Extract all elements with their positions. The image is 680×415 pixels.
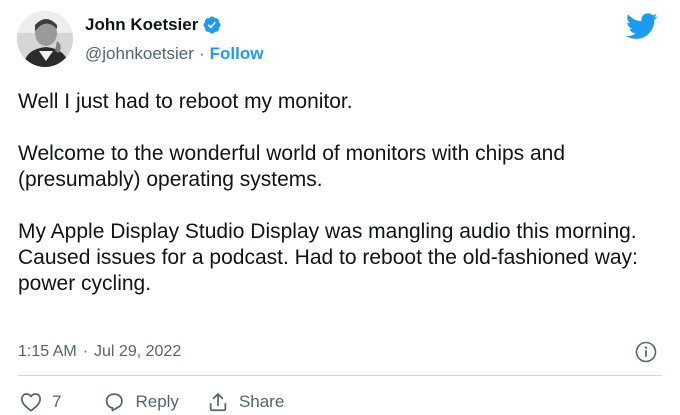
like-button[interactable]: 7 bbox=[20, 392, 61, 412]
reply-button[interactable]: Reply bbox=[103, 391, 179, 413]
tweet-card: John Koetsier @johnkoetsier · Follow Wel… bbox=[0, 0, 680, 415]
heart-icon bbox=[20, 392, 42, 412]
avatar-photo bbox=[17, 11, 73, 67]
tweet-text: Well I just had to reboot my monitor. We… bbox=[18, 89, 668, 297]
reply-label: Reply bbox=[135, 392, 179, 411]
tweet-paragraph: My Apple Display Studio Display was mang… bbox=[18, 220, 638, 295]
share-button[interactable]: Share bbox=[207, 391, 284, 413]
tweet-time: 1:15 AM bbox=[18, 343, 77, 360]
verified-badge-icon bbox=[202, 15, 222, 35]
avatar[interactable] bbox=[17, 11, 73, 67]
follow-button[interactable]: Follow bbox=[210, 44, 264, 64]
tweet-actions: 7 Reply Share bbox=[20, 389, 284, 415]
tweet-paragraph: Well I just had to reboot my monitor. bbox=[18, 90, 353, 113]
author-name-row: John Koetsier bbox=[85, 13, 222, 37]
twitter-bird-icon[interactable] bbox=[625, 13, 658, 40]
like-count: 7 bbox=[52, 392, 62, 411]
share-label: Share bbox=[238, 392, 285, 411]
timestamp-separator: · bbox=[82, 343, 89, 360]
share-upload-icon bbox=[207, 391, 229, 413]
tweet-paragraph: Welcome to the wonderful world of monito… bbox=[18, 142, 566, 191]
tweet-timestamp[interactable]: 1:15 AM · Jul 29, 2022 bbox=[18, 340, 181, 364]
author-handle-row: @johnkoetsier · Follow bbox=[85, 42, 263, 66]
author-name[interactable]: John Koetsier bbox=[85, 15, 198, 35]
reply-bubble-icon bbox=[103, 391, 125, 413]
info-icon[interactable] bbox=[635, 341, 657, 363]
tweet-date: Jul 29, 2022 bbox=[94, 343, 182, 360]
handle-separator: · bbox=[198, 44, 205, 63]
author-handle[interactable]: @johnkoetsier bbox=[85, 44, 194, 64]
divider bbox=[18, 375, 662, 376]
